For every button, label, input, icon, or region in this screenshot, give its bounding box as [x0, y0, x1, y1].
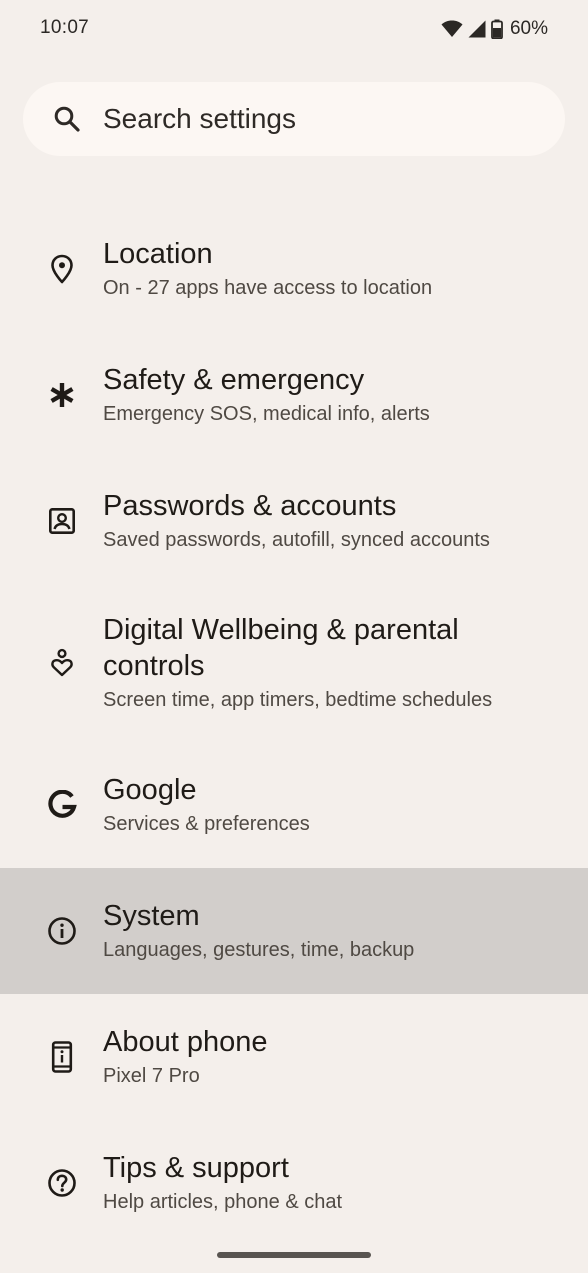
settings-screen: 10:07 60% Search settings Location On - … — [0, 0, 588, 1273]
setting-title: Google — [103, 774, 197, 806]
asterisk-icon — [45, 378, 79, 412]
setting-summary: Saved passwords, autofill, synced accoun… — [103, 529, 490, 551]
settings-list: Location On - 27 apps have access to loc… — [0, 206, 588, 1246]
setting-title: Digital Wellbeing & parental controls — [103, 614, 459, 682]
setting-item-location[interactable]: Location On - 27 apps have access to loc… — [0, 206, 588, 332]
setting-summary: Screen time, app timers, bedtime schedul… — [103, 689, 493, 711]
gesture-nav-handle[interactable] — [217, 1252, 371, 1258]
account-box-icon — [45, 504, 79, 538]
setting-title: Passwords & accounts — [103, 490, 397, 522]
setting-summary: Pixel 7 Pro — [103, 1065, 200, 1087]
wellbeing-icon — [45, 646, 79, 680]
setting-item-about-phone[interactable]: About phone Pixel 7 Pro — [0, 994, 588, 1120]
setting-title: About phone — [103, 1026, 268, 1058]
setting-summary: Help articles, phone & chat — [103, 1191, 343, 1213]
setting-item-google[interactable]: Google Services & preferences — [0, 742, 588, 868]
setting-item-tips-support[interactable]: Tips & support Help articles, phone & ch… — [0, 1120, 588, 1246]
setting-title: Tips & support — [103, 1152, 289, 1184]
setting-summary: Services & preferences — [103, 813, 310, 835]
setting-title: Location — [103, 238, 213, 270]
setting-summary: On - 27 apps have access to location — [103, 277, 433, 299]
setting-summary: Languages, gestures, time, backup — [103, 939, 415, 961]
setting-item-safety-emergency[interactable]: Safety & emergency Emergency SOS, medica… — [0, 332, 588, 458]
setting-title: Safety & emergency — [103, 364, 365, 396]
setting-summary: Emergency SOS, medical info, alerts — [103, 403, 430, 425]
location-pin-icon — [45, 252, 79, 286]
battery-icon — [491, 19, 503, 39]
wifi-icon — [441, 20, 463, 38]
help-icon — [45, 1166, 79, 1200]
phone-info-icon — [45, 1040, 79, 1074]
setting-title: System — [103, 900, 200, 932]
search-settings-bar[interactable]: Search settings — [23, 82, 565, 156]
battery-percentage: 60% — [509, 18, 548, 39]
cellular-signal-icon — [468, 20, 486, 38]
status-icons: 60% — [441, 17, 548, 41]
setting-item-digital-wellbeing[interactable]: Digital Wellbeing & parental controls Sc… — [0, 584, 588, 742]
search-icon — [53, 105, 81, 133]
info-icon — [45, 914, 79, 948]
status-time: 10:07 — [40, 17, 90, 38]
setting-item-passwords-accounts[interactable]: Passwords & accounts Saved passwords, au… — [0, 458, 588, 584]
setting-item-system[interactable]: System Languages, gestures, time, backup — [0, 868, 588, 994]
google-icon — [45, 788, 79, 822]
status-bar: 10:07 60% — [0, 0, 588, 58]
search-placeholder: Search settings — [103, 103, 296, 134]
